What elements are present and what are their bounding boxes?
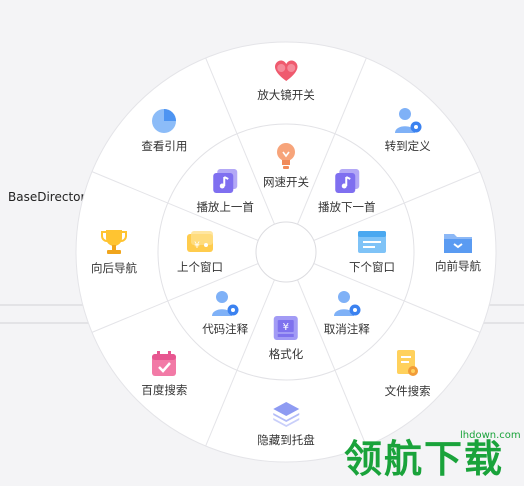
- item-label: 转到定义: [384, 139, 431, 154]
- inner_ring-item[interactable]: ¥ 格式化: [268, 314, 304, 362]
- item-label: 放大镜开关: [257, 88, 315, 102]
- outer_ring-item[interactable]: 百度搜索: [141, 350, 187, 398]
- layers-icon: [271, 400, 301, 428]
- item-label: 隐藏到托盘: [257, 433, 315, 447]
- item-label: 向后导航: [91, 261, 137, 275]
- ticket-icon: ¥: [185, 229, 215, 255]
- item-label: 格式化: [268, 347, 304, 361]
- inner_ring-item[interactable]: 下个窗口: [349, 229, 395, 275]
- user-gear-icon: [393, 106, 423, 134]
- outer_ring-item[interactable]: 向后导航: [91, 228, 137, 276]
- inner_ring-item[interactable]: 网速开关: [263, 142, 309, 190]
- bulb-icon: [274, 142, 298, 170]
- item-label: 取消注释: [323, 321, 370, 336]
- music-note-icon: [211, 167, 239, 195]
- outer_ring-item[interactable]: 查看引用: [141, 106, 187, 154]
- outer_ring-item[interactable]: 转到定义: [385, 106, 431, 154]
- svg-text:¥: ¥: [283, 322, 289, 333]
- item-label: 代码注释: [202, 321, 249, 336]
- pie-chart-icon: [150, 106, 178, 134]
- item-label: 上个窗口: [177, 260, 223, 274]
- document-search-icon: [394, 349, 422, 379]
- inner_ring-item[interactable]: 取消注释: [324, 289, 370, 337]
- item-label: 查看引用: [141, 139, 188, 154]
- svg-text:¥: ¥: [194, 241, 200, 251]
- outer_ring-item[interactable]: 放大镜开关: [257, 57, 315, 103]
- watermark-url: lhdown.com: [460, 430, 521, 441]
- item-label: 文件搜索: [384, 383, 431, 398]
- trophy-icon: [100, 228, 128, 256]
- folder-icon: [443, 230, 473, 254]
- inner_ring-item[interactable]: ¥ 上个窗口: [177, 229, 223, 275]
- calendar-check-icon: [150, 350, 178, 378]
- item-label: 播放上一首: [196, 200, 254, 215]
- inner_ring-item[interactable]: 代码注释: [202, 289, 248, 337]
- center-hub[interactable]: [255, 221, 317, 283]
- user-gear-icon: [210, 289, 240, 317]
- music-note-icon: [333, 167, 361, 195]
- yen-box-icon: ¥: [272, 314, 300, 342]
- user-gear-icon: [332, 289, 362, 317]
- item-label: 向前导航: [435, 259, 481, 273]
- outer_ring-item[interactable]: 文件搜索: [385, 349, 431, 399]
- item-label: 播放下一首: [318, 200, 376, 215]
- inner_ring-item[interactable]: 播放下一首: [318, 167, 376, 215]
- item-label: 下个窗口: [349, 260, 395, 274]
- outer_ring-item[interactable]: 向前导航: [435, 230, 481, 274]
- window-icon: [357, 229, 387, 255]
- item-label: 百度搜索: [141, 382, 188, 397]
- inner_ring-item[interactable]: 播放上一首: [196, 167, 254, 215]
- item-label: 网速开关: [263, 175, 309, 189]
- outer_ring-item[interactable]: 隐藏到托盘: [257, 400, 315, 448]
- heart-glasses-icon: [271, 57, 301, 83]
